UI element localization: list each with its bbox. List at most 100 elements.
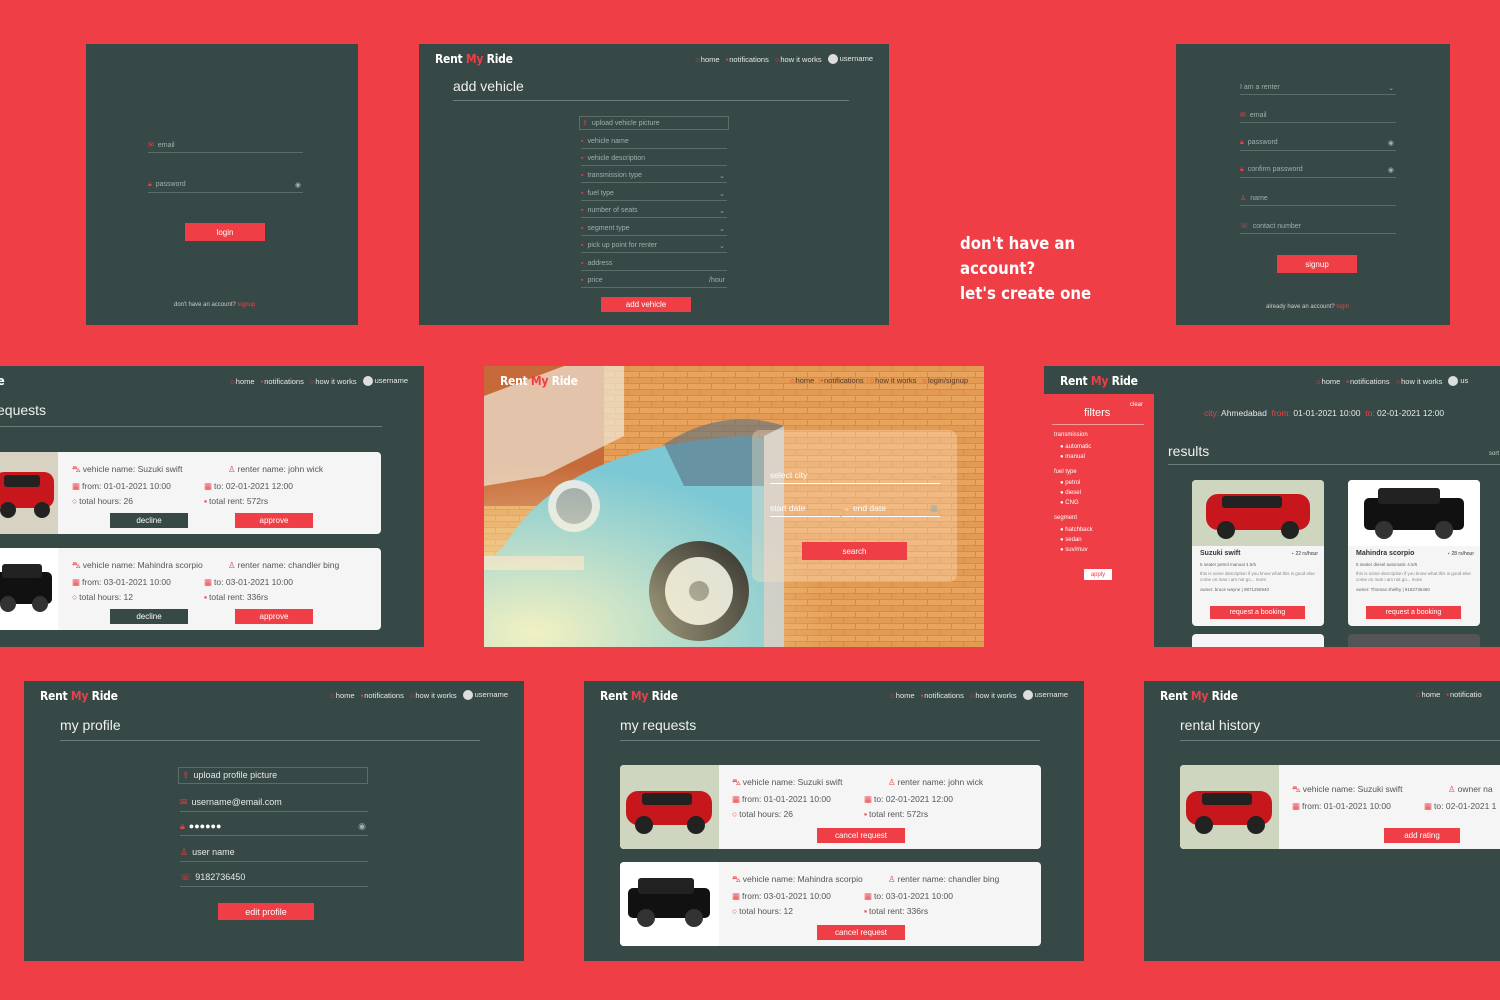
nav-home[interactable]: ⌂home — [1416, 690, 1440, 699]
rental-history-frame: Rent My Ride ⌂home ▪notificatio rental h… — [1144, 681, 1500, 961]
contact-field[interactable]: ☏ contact number — [1240, 222, 1396, 234]
request-booking-button[interactable]: request a booking — [1366, 606, 1461, 619]
brand-logo[interactable]: Rent My Ride — [1160, 689, 1238, 703]
filter-option[interactable]: ● automatic — [1060, 444, 1091, 450]
signup-button[interactable]: signup — [1277, 255, 1357, 273]
divider — [60, 740, 480, 741]
chevron-down-icon: ⌄ — [719, 208, 725, 215]
nav-notifications[interactable]: ▪notifications — [921, 691, 964, 700]
clear-link[interactable]: clear — [1130, 402, 1143, 408]
add-rating-button[interactable]: add rating — [1384, 828, 1460, 843]
nav-how[interactable]: ○how it works — [1396, 377, 1443, 386]
name-field[interactable]: ♙ user name — [180, 847, 368, 862]
price-field[interactable]: ▪ price/hour — [581, 277, 727, 288]
nav-notifications[interactable]: ▪notifications — [1346, 377, 1389, 386]
filter-option[interactable]: ● diesel — [1060, 490, 1081, 496]
filter-option[interactable]: ● manual — [1060, 454, 1085, 460]
nav-how[interactable]: ○how it works — [870, 376, 917, 385]
filter-option[interactable]: ● sedan — [1060, 537, 1082, 543]
confirm-password-field[interactable]: 🔒︎ confirm password ◉ — [1240, 166, 1396, 178]
nav-notifications[interactable]: ▪notifications — [361, 691, 404, 700]
cancel-request-button[interactable]: cancel request — [817, 925, 905, 940]
nav-how[interactable]: ○how it works — [775, 55, 822, 64]
brand-logo[interactable]: Rent My Ride — [600, 689, 678, 703]
add-vehicle-button[interactable]: add vehicle — [601, 297, 691, 312]
email-field[interactable]: ✉ email — [148, 141, 303, 153]
total-rent: ▪ total rent: 572rs — [864, 809, 929, 819]
name-field[interactable]: ♙ name — [1240, 194, 1396, 206]
phone-field[interactable]: ☏ 9182736450 — [180, 872, 368, 887]
login-link[interactable]: login — [1336, 304, 1349, 310]
upload-profile-picture[interactable]: ⇪ upload profile picture — [178, 767, 368, 784]
nav-home[interactable]: ⌂home — [1316, 377, 1340, 386]
city-select[interactable]: select city ⌄ — [770, 470, 940, 484]
brand-logo[interactable]: Rent My Ride — [500, 374, 578, 388]
brand-logo[interactable]: Rent My Ride — [435, 52, 513, 66]
nav-notifications[interactable]: ▪notifications — [261, 377, 304, 386]
signup-link[interactable]: signup — [238, 302, 256, 308]
nav-user[interactable]: username — [462, 690, 508, 701]
start-date-field[interactable]: start date — [770, 503, 840, 517]
vehicle-owner: owner: Thomas shelby | 9182736450 — [1356, 587, 1430, 592]
approve-button[interactable]: approve — [235, 513, 313, 528]
end-date-field[interactable]: → end date ▦ — [842, 503, 940, 517]
brand-logo[interactable]: Rent My Ride — [1060, 374, 1138, 388]
filter-option[interactable]: ● petrol — [1060, 480, 1080, 486]
email-field[interactable]: ✉ email — [1240, 111, 1396, 123]
password-field[interactable]: 🔒︎ ●●●●●● ◉ — [180, 821, 368, 836]
nav-user[interactable]: username — [362, 376, 408, 387]
email-field[interactable]: ✉ username@email.com — [180, 797, 368, 812]
nav-home[interactable]: ⌂home — [230, 377, 254, 386]
apply-button[interactable]: apply — [1084, 569, 1112, 580]
password-field[interactable]: 🔒︎ password ◉ — [148, 181, 303, 193]
nav-home[interactable]: ⌂home — [790, 376, 814, 385]
edit-profile-button[interactable]: edit profile — [218, 903, 314, 920]
nav-login-signup[interactable]: ○login/signup — [922, 376, 968, 385]
address-field[interactable]: ▪ address — [581, 260, 727, 271]
nav-home[interactable]: ⌂home — [330, 691, 354, 700]
chevron-down-icon: ⌄ — [719, 243, 725, 250]
vehicle-description-field[interactable]: ▪ vehicle description — [581, 155, 727, 166]
filter-option[interactable]: ● suv/muv — [1060, 547, 1088, 553]
mail-icon: ✉ — [180, 797, 188, 807]
nav-how[interactable]: ○how it works — [310, 377, 357, 386]
decline-button[interactable]: decline — [110, 609, 188, 624]
brand-logo-partial[interactable]: le — [0, 374, 5, 388]
cancel-request-button[interactable]: cancel request — [817, 828, 905, 843]
eye-icon: ◉ — [358, 821, 366, 831]
login-button[interactable]: login — [185, 223, 265, 241]
nav-user[interactable]: username — [827, 54, 873, 65]
fuel-type-select[interactable]: ▪ fuel type ⌄ — [581, 190, 727, 201]
transmission-select[interactable]: ▪ transmission type ⌄ — [581, 172, 727, 183]
phone-icon: ☏ — [180, 872, 192, 882]
sort-control[interactable]: sort — [1489, 451, 1499, 457]
chevron-down-icon: ⌄ — [719, 191, 725, 198]
nav-user[interactable]: username — [1022, 690, 1068, 701]
nav-home[interactable]: ⌂home — [890, 691, 914, 700]
pickup-select[interactable]: ▪ pick up point for renter ⌄ — [581, 242, 727, 253]
nav-home[interactable]: ⌂home — [695, 55, 719, 64]
nav-user[interactable]: us — [1448, 376, 1468, 387]
decline-button[interactable]: decline — [110, 513, 188, 528]
segment-select[interactable]: ▪ segment type ⌄ — [581, 225, 727, 236]
eye-icon[interactable]: ◉ — [295, 181, 301, 189]
add-vehicle-frame: Rent My Ride ⌂home ▪notifications ○how i… — [419, 44, 889, 325]
total-hours: ○ total hours: 26 — [732, 809, 794, 819]
seats-select[interactable]: ▪ number of seats ⌄ — [581, 207, 727, 218]
approve-button[interactable]: approve — [235, 609, 313, 624]
nav-notifications[interactable]: ▪notifications — [726, 55, 769, 64]
vehicle-name-field[interactable]: ▪ vehicle name — [581, 138, 727, 149]
nav-how[interactable]: ○how it works — [970, 691, 1017, 700]
brand-logo[interactable]: Rent My Ride — [40, 689, 118, 703]
filter-option[interactable]: ● hatchback — [1060, 527, 1093, 533]
filter-option[interactable]: ● CNG — [1060, 500, 1079, 506]
nav-notifications[interactable]: ▪notifications — [820, 376, 863, 385]
nav-notifications[interactable]: ▪notificatio — [1446, 690, 1481, 699]
history-card: ⛍ vehicle name: Suzuki swift ♙ owner na ▦ f… — [1180, 765, 1500, 849]
request-booking-button[interactable]: request a booking — [1210, 606, 1305, 619]
role-select[interactable]: I am a renter ⌄ — [1240, 84, 1396, 95]
password-field[interactable]: 🔒︎ password ◉ — [1240, 139, 1396, 151]
upload-vehicle-picture[interactable]: ⇪ upload vehicle picture — [579, 116, 729, 130]
nav-how[interactable]: ○how it works — [410, 691, 457, 700]
search-button[interactable]: search — [802, 542, 907, 560]
